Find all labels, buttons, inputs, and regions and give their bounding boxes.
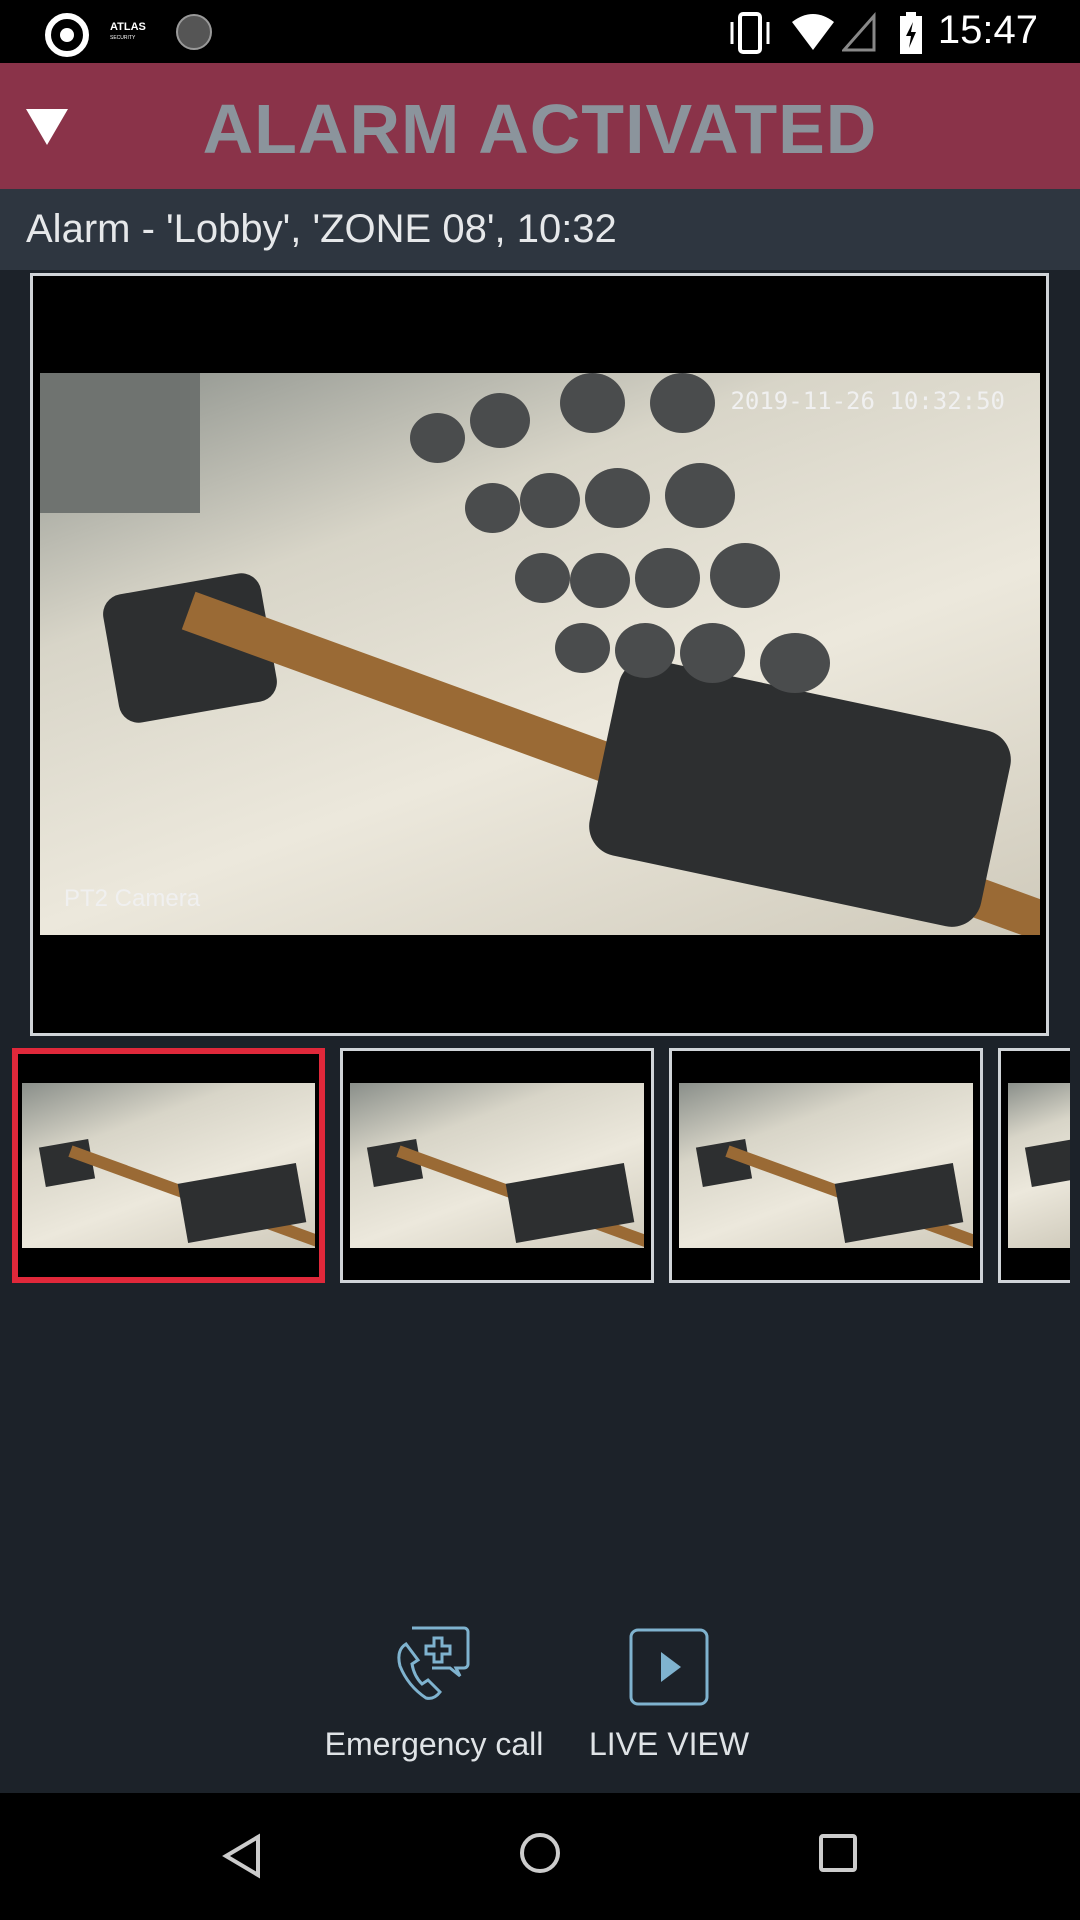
snapshot-timestamp: 2019-11-26 10:32:50: [730, 387, 1005, 415]
thumbnail-image: [22, 1083, 315, 1248]
back-icon[interactable]: [220, 1833, 264, 1879]
snapshot-viewer[interactable]: 2019-11-26 10:32:50 PT2 Camera: [30, 273, 1049, 1036]
app-logo-icon: [45, 13, 89, 57]
wifi-icon: [792, 14, 834, 50]
svg-text:SECURITY: SECURITY: [110, 35, 136, 41]
alarm-info: Alarm - 'Lobby', 'ZONE 08', 10:32: [26, 207, 617, 251]
thumbnail-image: [1008, 1083, 1070, 1248]
thumbnail-image: [679, 1083, 973, 1248]
alarm-header: ALARM ACTIVATED: [0, 63, 1080, 189]
clock: 15:47: [937, 8, 1038, 52]
recents-icon[interactable]: [818, 1833, 858, 1873]
live-view-label: LIVE VIEW: [588, 1726, 750, 1762]
emergency-call-label: Emergency call: [324, 1726, 544, 1762]
thumbnail-2[interactable]: [340, 1048, 654, 1283]
thumbnail-3[interactable]: [669, 1048, 983, 1283]
live-view-button[interactable]: LIVE VIEW: [580, 1628, 758, 1763]
play-icon: [629, 1628, 709, 1706]
home-icon[interactable]: [518, 1831, 562, 1875]
page-title: ALARM ACTIVATED: [202, 90, 878, 168]
atlas-security-icon: ATLAS SECURITY: [110, 21, 146, 41]
signal-icon: [842, 12, 876, 52]
battery-charging-icon: [900, 12, 922, 54]
svg-text:ATLAS: ATLAS: [110, 21, 146, 33]
camera-label: PT2 Camera: [64, 885, 201, 912]
vibrate-icon: [730, 12, 770, 54]
status-bar: ATLAS SECURITY 15:47: [0, 0, 1080, 63]
navigation-bar: [0, 1793, 1080, 1920]
thumbnail-1[interactable]: [12, 1048, 325, 1283]
emergency-call-button[interactable]: Emergency call: [316, 1620, 552, 1763]
alarm-info-bar: Alarm - 'Lobby', 'ZONE 08', 10:32: [0, 189, 1080, 270]
thumbnail-image: [350, 1083, 644, 1248]
camera-snapshot: 2019-11-26 10:32:50 PT2 Camera: [40, 373, 1040, 935]
loading-icon: [176, 14, 212, 50]
thumbnail-4[interactable]: [998, 1048, 1070, 1283]
emergency-call-icon: [397, 1626, 470, 1700]
